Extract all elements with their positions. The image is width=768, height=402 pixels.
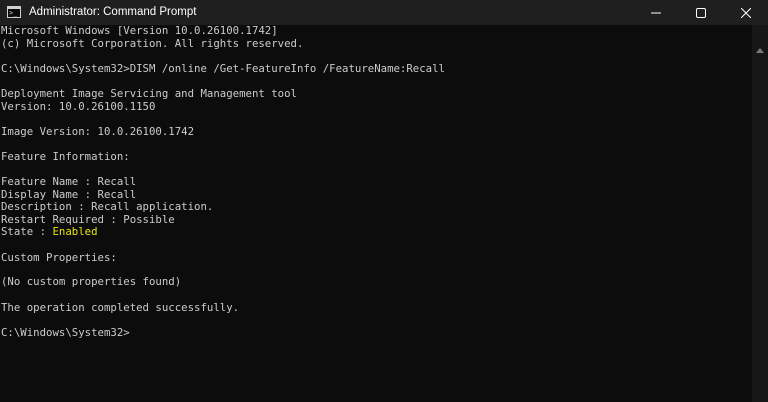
command-line: C:\Windows\System32>DISM /online /Get-Fe… [1, 62, 445, 75]
console-output[interactable]: Microsoft Windows [Version 10.0.26100.17… [0, 25, 752, 402]
state-line: State : Enabled [1, 225, 98, 238]
maximize-button[interactable] [678, 0, 723, 25]
minimize-icon [650, 12, 661, 13]
console-line: Image Version: 10.0.26100.1742 [1, 125, 195, 138]
console-line: Deployment Image Servicing and Managemen… [1, 87, 297, 100]
console-line: Description : Recall application. [1, 200, 214, 213]
close-icon [740, 7, 751, 18]
console-line: Custom Properties: [1, 251, 117, 264]
minimize-button[interactable] [633, 0, 678, 25]
console-line: Feature Name : Recall [1, 175, 137, 188]
vertical-scrollbar[interactable] [752, 25, 768, 402]
prompt-line: C:\Windows\System32> [1, 326, 130, 339]
close-button[interactable] [723, 0, 768, 25]
console-line: (No custom properties found) [1, 275, 182, 288]
console-line: (c) Microsoft Corporation. All rights re… [1, 37, 304, 50]
title-bar[interactable]: >_ Administrator: Command Prompt [0, 0, 768, 25]
console-line: Version: 10.0.26100.1150 [1, 100, 156, 113]
maximize-icon [695, 7, 706, 18]
command-prompt-window: >_ Administrator: Command Prompt Microso… [0, 0, 768, 402]
state-label: State : [1, 225, 53, 238]
state-value: Enabled [52, 225, 98, 238]
scroll-up-arrow-icon[interactable] [756, 47, 764, 53]
console-line: Microsoft Windows [Version 10.0.26100.17… [1, 25, 278, 37]
window-controls [633, 0, 768, 25]
command-prompt-icon: >_ [7, 6, 21, 18]
console-line: The operation completed successfully. [1, 301, 240, 314]
window-title: Administrator: Command Prompt [29, 6, 197, 18]
console-line: Feature Information: [1, 150, 130, 163]
